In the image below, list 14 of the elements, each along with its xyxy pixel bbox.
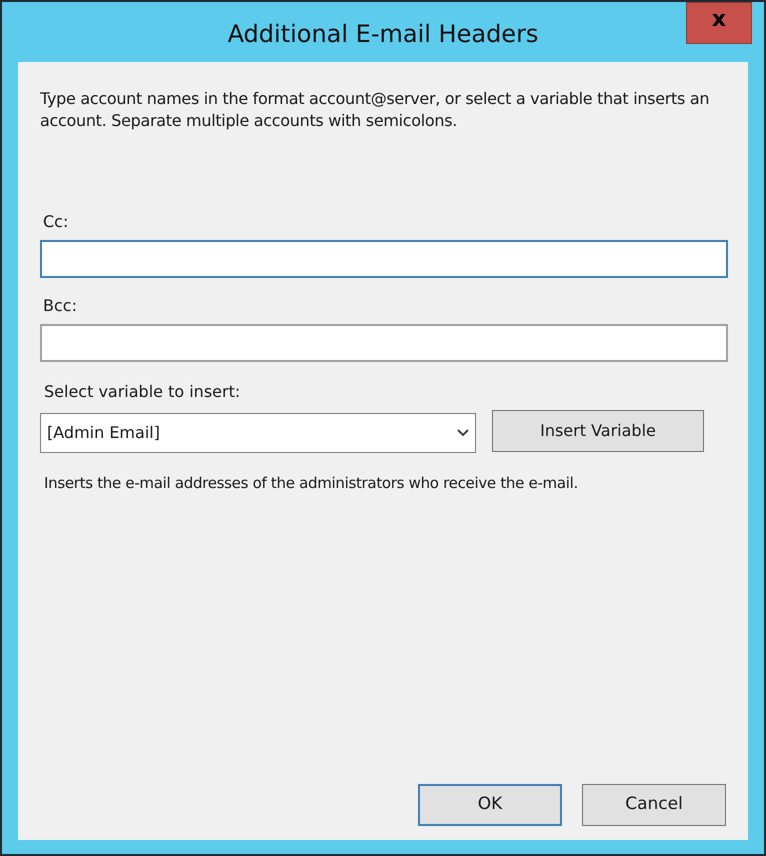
chevron-down-icon — [457, 429, 469, 437]
close-button[interactable]: x — [686, 2, 752, 44]
field-label: Bcc: — [43, 295, 78, 317]
instructions-text: Type account names in the format account@server, or select a variable that inserts an account. Separate multiple accounts with semicolons. — [40, 88, 710, 132]
field-label: Select variable to insert: — [44, 381, 242, 403]
cancel-button[interactable]: Cancel — [582, 784, 726, 826]
variable-dropdown[interactable]: [Admin Email] — [40, 413, 476, 453]
field-label: Cc: — [43, 211, 70, 233]
input-field[interactable] — [40, 324, 728, 362]
variable-description: Inserts the e-mail addresses of the administrators who receive the e-mail. — [44, 473, 579, 494]
ok-button[interactable]: OK — [418, 784, 562, 826]
input-field[interactable] — [40, 240, 728, 278]
window-title: Additional E-mail Headers — [228, 19, 538, 50]
insert-variable-button[interactable]: Insert Variable — [492, 410, 704, 452]
